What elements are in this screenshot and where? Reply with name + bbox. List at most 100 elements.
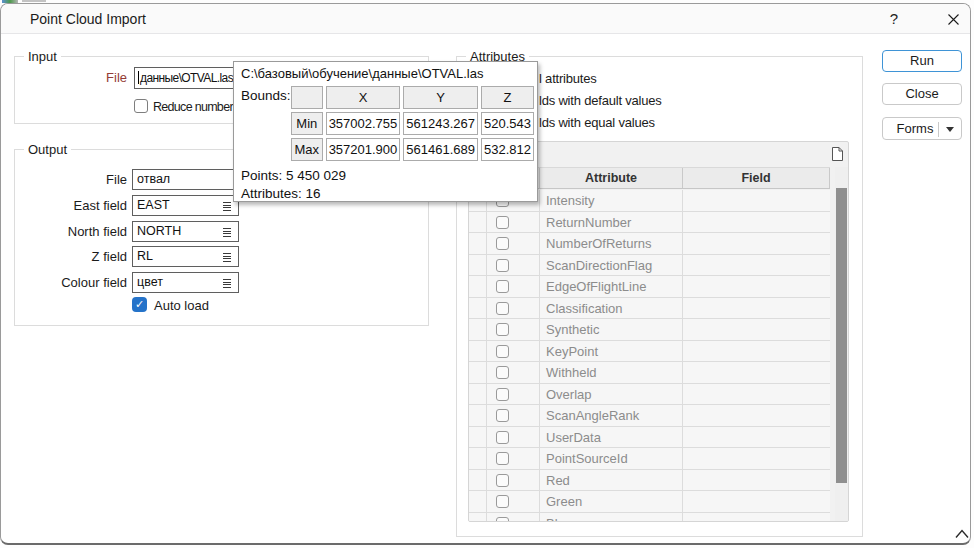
row-selector-cell[interactable] <box>469 233 487 254</box>
attribute-name-cell: PointSourceId <box>540 448 683 469</box>
row-selector-cell[interactable] <box>469 341 487 362</box>
field-cell[interactable] <box>683 233 830 254</box>
attribute-row-red[interactable]: Red <box>469 470 830 492</box>
output-file-field[interactable]: отвал <box>132 169 239 190</box>
field-cell[interactable] <box>683 190 830 211</box>
attribute-checkbox[interactable] <box>496 216 509 229</box>
attribute-row-scandirectionflag[interactable]: ScanDirectionFlag <box>469 255 830 277</box>
output-east-field-label: East field <box>21 198 127 213</box>
output-north-field-field[interactable]: NORTH <box>132 221 239 242</box>
field-cell[interactable] <box>683 384 830 405</box>
scrollbar-track[interactable] <box>835 167 848 522</box>
attribute-checkbox[interactable] <box>496 452 509 465</box>
attribute-row-numberofreturns[interactable]: NumberOfReturns <box>469 233 830 255</box>
new-form-icon[interactable] <box>831 146 844 166</box>
output-z-field-field[interactable]: RL <box>132 246 239 267</box>
attributes-option-2[interactable]: lds with default values <box>539 93 662 108</box>
list-icon[interactable] <box>223 202 231 211</box>
field-cell[interactable] <box>683 470 830 491</box>
field-cell[interactable] <box>683 513 830 523</box>
field-cell[interactable] <box>683 362 830 383</box>
field-cell[interactable] <box>683 319 830 340</box>
attribute-checkbox[interactable] <box>496 237 509 250</box>
attribute-checkbox[interactable] <box>496 495 509 508</box>
attribute-row-returnnumber[interactable]: ReturnNumber <box>469 212 830 234</box>
field-cell[interactable] <box>683 276 830 297</box>
attribute-row-green[interactable]: Green <box>469 491 830 513</box>
close-dialog-button[interactable]: Close <box>882 83 962 105</box>
attribute-checkbox[interactable] <box>496 517 509 523</box>
row-selector-cell[interactable] <box>469 513 487 523</box>
reduce-number-checkbox[interactable] <box>134 99 148 113</box>
row-selector-cell[interactable] <box>469 298 487 319</box>
attribute-checkbox[interactable] <box>496 474 509 487</box>
field-cell[interactable] <box>683 448 830 469</box>
row-selector-cell[interactable] <box>469 427 487 448</box>
row-checkbox-cell <box>487 470 540 491</box>
output-group-label: Output <box>24 142 71 157</box>
field-cell[interactable] <box>683 491 830 512</box>
forms-button[interactable]: Forms <box>882 117 962 140</box>
tooltip-attribute-count: Attributes: 16 <box>241 186 321 201</box>
reduce-number-label[interactable]: Reduce number <box>153 100 233 114</box>
row-selector-cell[interactable] <box>469 276 487 297</box>
attribute-row-keypoint[interactable]: KeyPoint <box>469 341 830 363</box>
attribute-row-blue[interactable]: Blue <box>469 513 830 523</box>
attribute-row-userdata[interactable]: UserData <box>469 427 830 449</box>
output-colour-field-field[interactable]: цвет <box>132 272 239 293</box>
list-icon[interactable] <box>223 253 231 262</box>
field-cell[interactable] <box>683 405 830 426</box>
attribute-name: Synthetic <box>546 322 599 337</box>
field-cell[interactable] <box>683 212 830 233</box>
attributes-option-3[interactable]: lds with equal values <box>539 115 655 130</box>
row-selector-cell[interactable] <box>469 212 487 233</box>
list-icon[interactable] <box>223 279 231 288</box>
scrollbar-thumb[interactable] <box>836 188 847 483</box>
attribute-row-pointsourceid[interactable]: PointSourceId <box>469 448 830 470</box>
attribute-checkbox[interactable] <box>496 388 509 401</box>
field-cell[interactable] <box>683 341 830 362</box>
field-cell[interactable] <box>683 298 830 319</box>
row-selector-cell[interactable] <box>469 319 487 340</box>
attribute-checkbox[interactable] <box>496 431 509 444</box>
output-east-field-field[interactable]: EAST <box>132 195 239 216</box>
forms-dropdown-arrow[interactable] <box>946 127 954 132</box>
field-cell[interactable] <box>683 255 830 276</box>
attribute-name: Intensity <box>546 193 594 208</box>
attribute-name-cell: Synthetic <box>540 319 683 340</box>
attribute-checkbox[interactable] <box>496 345 509 358</box>
output-file-label: File <box>21 172 127 187</box>
close-button[interactable] <box>942 12 964 34</box>
attribute-checkbox[interactable] <box>496 409 509 422</box>
attribute-row-synthetic[interactable]: Synthetic <box>469 319 830 341</box>
collapse-chevron[interactable] <box>954 526 970 544</box>
row-selector-cell[interactable] <box>469 255 487 276</box>
field-cell[interactable] <box>683 427 830 448</box>
attribute-name: Green <box>546 494 582 509</box>
attribute-row-withheld[interactable]: Withheld <box>469 362 830 384</box>
attribute-checkbox[interactable] <box>496 323 509 336</box>
help-button[interactable]: ? <box>883 8 905 30</box>
attribute-row-scananglerank[interactable]: ScanAngleRank <box>469 405 830 427</box>
attribute-row-edgeofflightline[interactable]: EdgeOfFlightLine <box>469 276 830 298</box>
row-checkbox-cell <box>487 448 540 469</box>
attribute-checkbox[interactable] <box>496 259 509 272</box>
run-button[interactable]: Run <box>882 50 962 72</box>
row-selector-cell[interactable] <box>469 491 487 512</box>
auto-load-checkbox[interactable]: ✓ <box>132 297 147 312</box>
attribute-checkbox[interactable] <box>496 366 509 379</box>
auto-load-label[interactable]: Auto load <box>154 298 209 313</box>
row-checkbox-cell <box>487 212 540 233</box>
row-selector-cell[interactable] <box>469 405 487 426</box>
row-selector-cell[interactable] <box>469 384 487 405</box>
attribute-row-classification[interactable]: Classification <box>469 298 830 320</box>
attribute-name-cell: ScanDirectionFlag <box>540 255 683 276</box>
attribute-checkbox[interactable] <box>496 280 509 293</box>
row-selector-cell[interactable] <box>469 448 487 469</box>
list-icon[interactable] <box>223 228 231 237</box>
row-selector-cell[interactable] <box>469 470 487 491</box>
row-selector-cell[interactable] <box>469 362 487 383</box>
attributes-option-1[interactable]: l attributes <box>539 71 597 86</box>
attribute-row-overlap[interactable]: Overlap <box>469 384 830 406</box>
attribute-checkbox[interactable] <box>496 302 509 315</box>
